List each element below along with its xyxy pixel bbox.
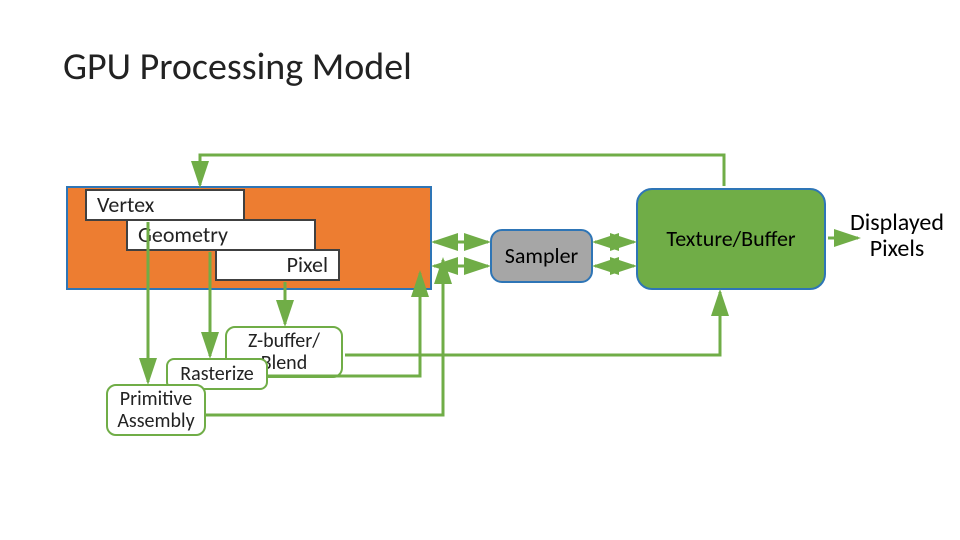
page-title: GPU Processing Model bbox=[63, 44, 412, 90]
sampler-box: Sampler bbox=[490, 229, 593, 283]
stage-vertex: Vertex bbox=[85, 189, 245, 221]
displayed-pixels-label: Displayed Pixels bbox=[842, 210, 952, 263]
texture-buffer-box: Texture/Buffer bbox=[636, 188, 826, 290]
stage-primitive-assembly: Primitive Assembly bbox=[106, 384, 206, 436]
stage-pixel: Pixel bbox=[215, 249, 340, 281]
stage-geometry: Geometry bbox=[126, 219, 316, 251]
